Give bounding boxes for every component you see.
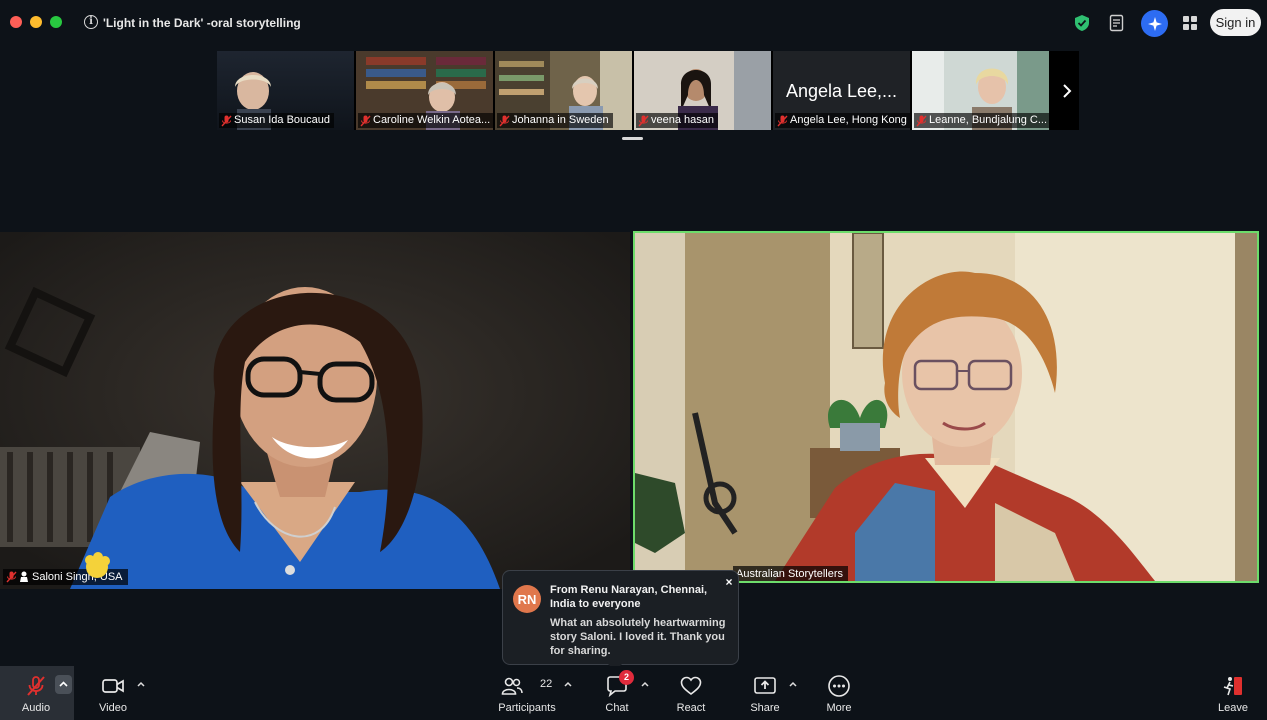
video-camera-icon — [102, 679, 124, 693]
audio-button[interactable]: Audio — [15, 666, 57, 720]
shield-check-icon[interactable] — [1073, 14, 1091, 32]
participant-name-label: veena hasan — [636, 113, 718, 128]
chat-sender-line: From Renu Narayan, Chennai, India to eve… — [550, 584, 708, 610]
microphone-muted-icon — [27, 676, 45, 696]
participants-label: Participants — [498, 702, 556, 714]
speaker-video-left[interactable]: Saloni Singh, USA — [0, 232, 630, 589]
react-button[interactable]: React — [673, 666, 709, 720]
video-label: Video — [99, 702, 127, 714]
chat-message-toast[interactable]: RN From Renu Narayan, Chennai, India to … — [502, 570, 739, 665]
host-icon — [20, 571, 28, 582]
participants-count: 22 — [540, 678, 553, 690]
heart-icon — [680, 676, 702, 696]
participants-icon — [501, 677, 523, 695]
speaker-video-right[interactable]: Australian Storytellers — [633, 231, 1259, 583]
participant-gallery-strip: Susan Ida Boucaud Caroline Welkin Aotea.… — [217, 51, 1079, 130]
audio-options-button[interactable] — [55, 675, 72, 694]
close-window-button[interactable] — [10, 16, 22, 28]
leave-label: Leave — [1218, 702, 1248, 714]
participant-tile-video-off[interactable]: Angela Lee,... Angela Lee, Hong Kong — [773, 51, 910, 130]
muted-mic-icon — [360, 115, 371, 126]
share-label: Share — [750, 702, 780, 714]
leave-button[interactable]: Leave — [1216, 666, 1250, 720]
sign-in-button[interactable]: Sign in — [1210, 9, 1261, 36]
leave-door-icon — [1223, 677, 1242, 696]
participant-tile[interactable]: Caroline Welkin Aotea... — [356, 51, 493, 130]
participant-video — [635, 233, 1257, 581]
muted-mic-icon — [6, 571, 17, 583]
minimize-window-button[interactable] — [30, 16, 42, 28]
participant-tile[interactable]: Susan Ida Boucaud — [217, 51, 354, 130]
participants-options-chevron-up-icon[interactable] — [562, 678, 574, 690]
participant-display-name: Angela Lee,... — [785, 81, 898, 101]
participants-button[interactable]: Participants — [497, 666, 557, 720]
muted-mic-icon — [638, 115, 649, 126]
react-label: React — [676, 702, 706, 714]
close-toast-button[interactable]: × — [723, 576, 735, 588]
raised-hand-reaction-icon — [85, 552, 110, 578]
chat-options-chevron-up-icon[interactable] — [639, 678, 651, 690]
participant-name-label: Angela Lee, Hong Kong — [775, 113, 910, 128]
video-button[interactable]: Video — [92, 666, 134, 720]
meeting-info-icon[interactable]: i — [84, 15, 98, 29]
muted-mic-icon — [777, 115, 788, 126]
chevron-up-icon — [59, 681, 68, 687]
zoom-window-button[interactable] — [50, 16, 62, 28]
participant-name-label: Leanne, Bundjalung C... — [914, 113, 1049, 128]
participant-video — [0, 232, 630, 589]
chat-unread-badge: 2 — [619, 670, 634, 685]
share-button[interactable]: Share — [747, 666, 783, 720]
muted-mic-icon — [916, 115, 927, 126]
participant-name-label: Johanna in Sweden — [497, 113, 613, 128]
chevron-right-icon — [1062, 83, 1071, 98]
more-label: More — [826, 702, 852, 714]
more-button[interactable]: More — [822, 666, 856, 720]
video-options-chevron-up-icon[interactable] — [135, 678, 147, 690]
more-options-icon — [828, 675, 850, 697]
title-bar: i 'Light in the Dark' -oral storytelling… — [0, 0, 1267, 46]
ai-companion-icon[interactable] — [1141, 10, 1168, 37]
muted-mic-icon — [499, 115, 510, 126]
meeting-title: 'Light in the Dark' -oral storytelling — [103, 16, 301, 30]
gallery-page-indicator[interactable] — [622, 137, 643, 140]
sender-avatar: RN — [513, 585, 541, 613]
participant-name-label: Caroline Welkin Aotea... — [358, 113, 493, 128]
share-options-chevron-up-icon[interactable] — [787, 678, 799, 690]
participant-name-label: Susan Ida Boucaud — [219, 113, 335, 128]
share-screen-icon — [754, 677, 776, 694]
apps-icon[interactable] — [1181, 14, 1199, 32]
participant-tile[interactable]: veena hasan — [634, 51, 771, 130]
participant-tile[interactable]: Johanna in Sweden — [495, 51, 632, 130]
participant-tile[interactable]: Leanne, Bundjalung C... — [912, 51, 1049, 130]
audio-label: Audio — [21, 702, 51, 714]
gallery-next-page-button[interactable] — [1054, 51, 1079, 130]
chat-message-text: What an absolutely heartwarming story Sa… — [550, 617, 726, 657]
muted-mic-icon — [221, 115, 232, 126]
speaker-name-label: Australian Storytellers — [733, 566, 848, 581]
notes-icon[interactable] — [1108, 14, 1126, 32]
chat-label: Chat — [605, 702, 629, 714]
